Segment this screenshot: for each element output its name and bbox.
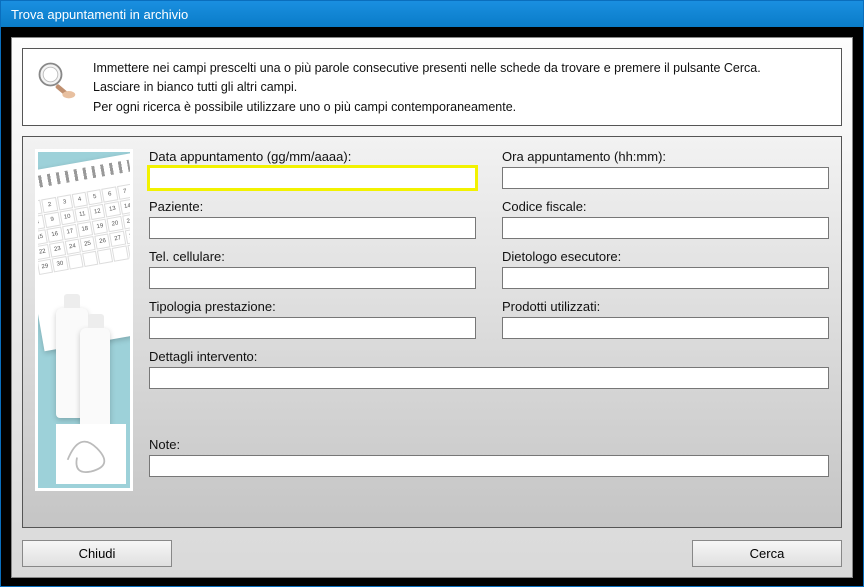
label-ora-appuntamento: Ora appuntamento (hh:mm): [502,149,829,164]
decorative-image: 1234567 891011121314 15161718192021 2223… [35,149,133,491]
input-dettagli[interactable] [149,367,829,389]
input-prodotti[interactable] [502,317,829,339]
input-paziente[interactable] [149,217,476,239]
label-dietologo: Dietologo esecutore: [502,249,829,264]
input-note[interactable] [149,455,829,477]
close-button[interactable]: Chiudi [22,540,172,567]
form-area: 1234567 891011121314 15161718192021 2223… [22,136,842,528]
input-tipologia[interactable] [149,317,476,339]
label-prodotti: Prodotti utilizzati: [502,299,829,314]
help-line-1: Immettere nei campi prescelti una o più … [93,59,761,78]
input-data-appuntamento[interactable] [149,167,476,189]
input-ora-appuntamento[interactable] [502,167,829,189]
input-dietologo[interactable] [502,267,829,289]
magnifier-icon [33,57,79,103]
button-row: Chiudi Cerca [22,538,842,567]
input-codice-fiscale[interactable] [502,217,829,239]
label-tipologia: Tipologia prestazione: [149,299,476,314]
help-text: Immettere nei campi prescelti una o più … [93,57,761,117]
input-tel-cellulare[interactable] [149,267,476,289]
help-line-2: Lasciare in bianco tutti gli altri campi… [93,78,761,97]
label-dettagli: Dettagli intervento: [149,349,829,364]
help-line-3: Per ogni ricerca è possibile utilizzare … [93,98,761,117]
label-note: Note: [149,437,829,452]
label-codice-fiscale: Codice fiscale: [502,199,829,214]
dialog-window: Trova appuntamenti in archivio Immettere… [0,0,864,587]
inner-panel: Immettere nei campi prescelti una o più … [11,37,853,578]
label-data-appuntamento: Data appuntamento (gg/mm/aaaa): [149,149,476,164]
window-title: Trova appuntamenti in archivio [11,7,188,22]
label-paziente: Paziente: [149,199,476,214]
help-box: Immettere nei campi prescelti una o più … [22,48,842,126]
client-area: Immettere nei campi prescelti una o più … [1,27,863,586]
fields: Data appuntamento (gg/mm/aaaa): Ora appu… [149,149,829,515]
titlebar: Trova appuntamenti in archivio [1,1,863,27]
search-button[interactable]: Cerca [692,540,842,567]
label-tel-cellulare: Tel. cellulare: [149,249,476,264]
